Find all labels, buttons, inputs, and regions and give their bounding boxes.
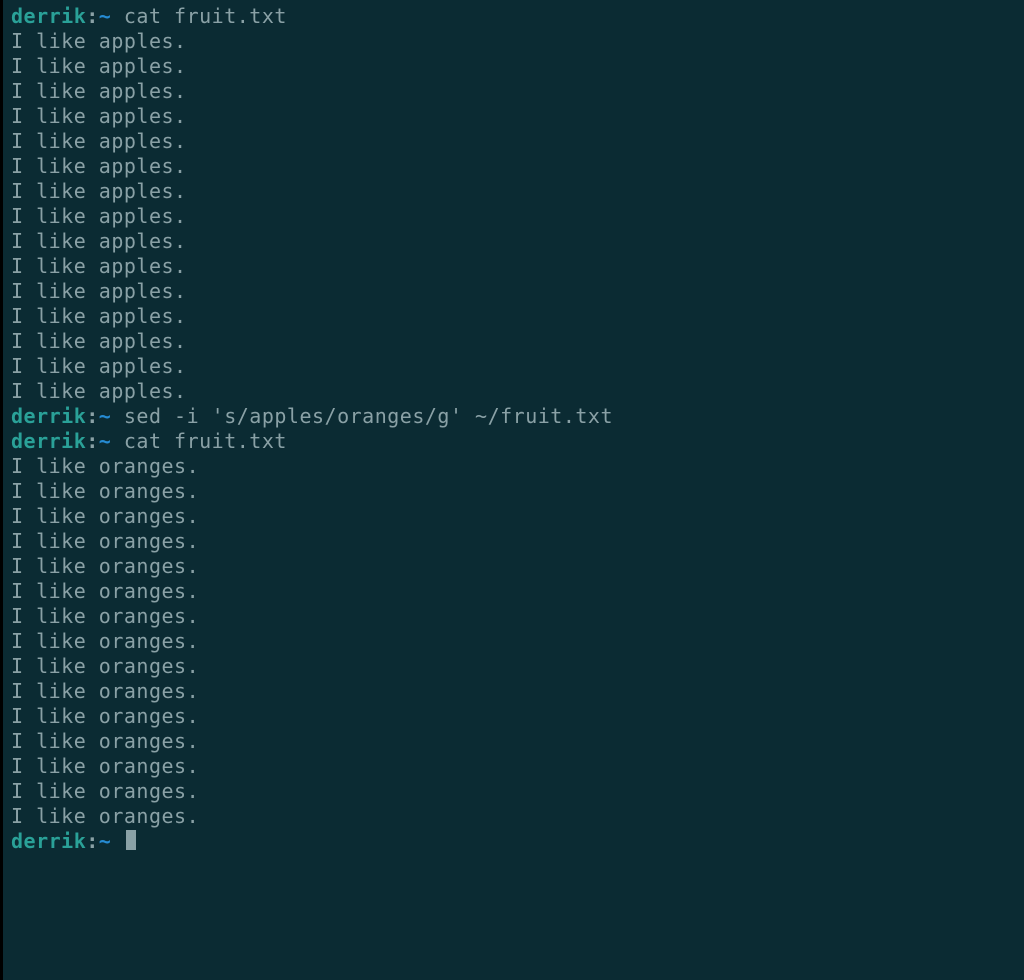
prompt-symbol (111, 429, 124, 453)
output-line: I like apples. (11, 354, 1018, 379)
output-line: I like oranges. (11, 504, 1018, 529)
prompt-separator: : (86, 4, 99, 28)
output-line: I like apples. (11, 379, 1018, 404)
output-line: I like oranges. (11, 479, 1018, 504)
command-line: derrik:~ sed -i 's/apples/oranges/g' ~/f… (11, 404, 1018, 429)
command-line: derrik:~ cat fruit.txt (11, 429, 1018, 454)
output-line: I like apples. (11, 179, 1018, 204)
command-text: cat fruit.txt (124, 4, 287, 28)
output-line: I like oranges. (11, 804, 1018, 829)
prompt-separator: : (86, 429, 99, 453)
output-line: I like apples. (11, 329, 1018, 354)
output-line: I like apples. (11, 229, 1018, 254)
prompt-path: ~ (99, 829, 112, 853)
output-line: I like oranges. (11, 779, 1018, 804)
output-line: I like oranges. (11, 454, 1018, 479)
output-line: I like apples. (11, 54, 1018, 79)
output-line: I like oranges. (11, 704, 1018, 729)
output-line: I like oranges. (11, 754, 1018, 779)
output-line: I like apples. (11, 79, 1018, 104)
output-line: I like oranges. (11, 654, 1018, 679)
prompt-user: derrik (11, 404, 86, 428)
prompt-symbol (111, 404, 124, 428)
prompt-path: ~ (99, 429, 112, 453)
output-line: I like oranges. (11, 729, 1018, 754)
output-line: I like apples. (11, 304, 1018, 329)
prompt-separator: : (86, 404, 99, 428)
output-line: I like apples. (11, 154, 1018, 179)
output-line: I like apples. (11, 129, 1018, 154)
output-line: I like apples. (11, 29, 1018, 54)
output-line: I like oranges. (11, 604, 1018, 629)
prompt-separator: : (86, 829, 99, 853)
output-line: I like apples. (11, 254, 1018, 279)
command-text: cat fruit.txt (124, 429, 287, 453)
command-text: sed -i 's/apples/oranges/g' ~/fruit.txt (124, 404, 613, 428)
output-line: I like oranges. (11, 679, 1018, 704)
command-line: derrik:~ cat fruit.txt (11, 4, 1018, 29)
prompt-user: derrik (11, 829, 86, 853)
terminal-window[interactable]: derrik:~ cat fruit.txtI like apples.I li… (0, 0, 1024, 980)
output-line: I like oranges. (11, 554, 1018, 579)
prompt-user: derrik (11, 429, 86, 453)
prompt-path: ~ (99, 4, 112, 28)
prompt-user: derrik (11, 4, 86, 28)
active-prompt-line[interactable]: derrik:~ (11, 829, 1018, 854)
output-line: I like apples. (11, 104, 1018, 129)
prompt-path: ~ (99, 404, 112, 428)
output-line: I like oranges. (11, 579, 1018, 604)
prompt-symbol (111, 829, 124, 853)
prompt-symbol (111, 4, 124, 28)
cursor-icon (126, 830, 136, 850)
output-line: I like apples. (11, 204, 1018, 229)
output-line: I like oranges. (11, 629, 1018, 654)
output-line: I like apples. (11, 279, 1018, 304)
output-line: I like oranges. (11, 529, 1018, 554)
